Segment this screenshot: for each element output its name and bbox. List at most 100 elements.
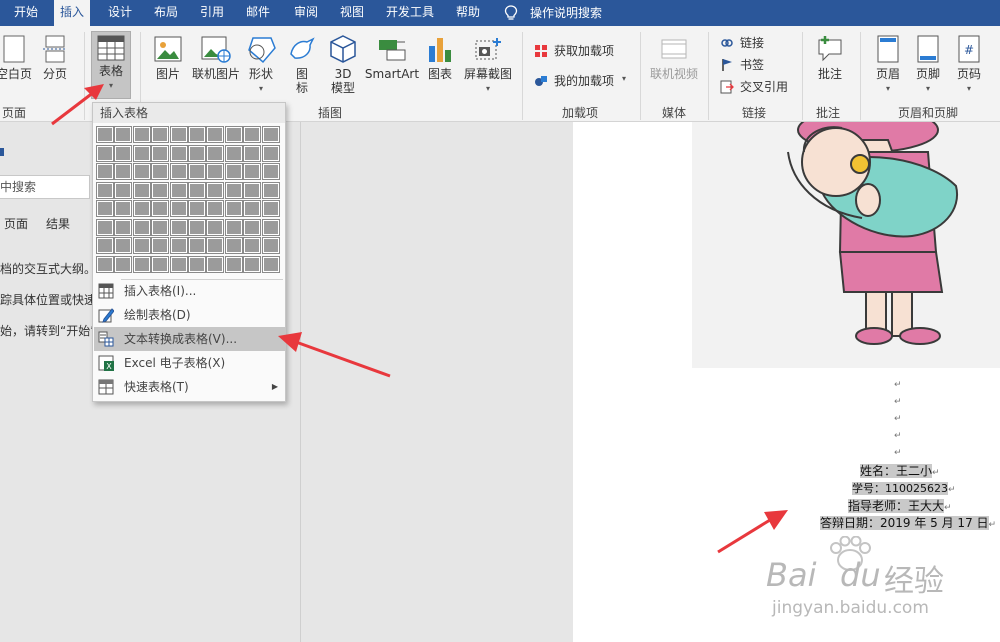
table-grid-cell[interactable] bbox=[114, 144, 133, 162]
table-grid-cell[interactable] bbox=[243, 163, 262, 180]
icons-button[interactable]: 图 标 bbox=[286, 34, 318, 95]
table-grid-cell[interactable] bbox=[243, 200, 262, 217]
table-grid-cell[interactable] bbox=[114, 255, 133, 273]
link-button[interactable]: 链接 bbox=[720, 34, 800, 52]
table-grid-cell[interactable] bbox=[96, 200, 114, 217]
table-grid-cell[interactable] bbox=[169, 181, 188, 199]
tab-design[interactable]: 设计 bbox=[102, 0, 138, 26]
table-grid-cell[interactable] bbox=[151, 237, 170, 254]
table-grid-cell[interactable] bbox=[261, 255, 280, 273]
tab-layout[interactable]: 布局 bbox=[148, 0, 184, 26]
footer-button[interactable]: 页脚 ▾ bbox=[910, 34, 946, 96]
table-grid-cell[interactable] bbox=[169, 144, 188, 162]
table-grid-cell[interactable] bbox=[243, 237, 262, 254]
table-grid-cell[interactable] bbox=[261, 181, 280, 199]
menu-item-text-to-table[interactable]: 文本转换成表格(V)... bbox=[94, 327, 286, 351]
page-number-button[interactable]: # 页码 ▾ bbox=[952, 34, 986, 96]
nav-tab-results[interactable]: 结果 bbox=[46, 215, 70, 232]
my-addins-button[interactable]: 我的加载项 bbox=[534, 72, 634, 90]
table-grid-cell[interactable] bbox=[243, 255, 262, 273]
tab-mailings[interactable]: 邮件 bbox=[240, 0, 276, 26]
chart-button[interactable]: 图表 bbox=[424, 34, 456, 81]
table-grid-cell[interactable] bbox=[132, 218, 151, 236]
table-grid-cell[interactable] bbox=[188, 163, 206, 180]
table-grid-cell[interactable] bbox=[188, 181, 206, 199]
table-grid-cell[interactable] bbox=[169, 163, 188, 180]
table-size-grid[interactable] bbox=[96, 126, 281, 275]
table-grid-cell[interactable] bbox=[188, 237, 206, 254]
cross-reference-button[interactable]: 交叉引用 bbox=[720, 78, 800, 96]
table-grid-cell[interactable] bbox=[132, 181, 151, 199]
table-grid-cell[interactable] bbox=[261, 237, 280, 254]
table-grid-cell[interactable] bbox=[188, 200, 206, 217]
comment-button[interactable]: 批注 bbox=[810, 34, 850, 81]
menu-item-insert-table[interactable]: 插入表格(I)... bbox=[94, 279, 286, 303]
nav-search-input[interactable]: 中搜索 bbox=[0, 175, 90, 199]
table-grid-cell[interactable] bbox=[224, 255, 243, 273]
table-grid-cell[interactable] bbox=[224, 237, 243, 254]
table-grid-cell[interactable] bbox=[261, 218, 280, 236]
menu-item-quick-tables[interactable]: 快速表格(T) ▶ bbox=[94, 375, 286, 399]
table-grid-cell[interactable] bbox=[96, 237, 114, 254]
table-grid-cell[interactable] bbox=[96, 163, 114, 180]
menu-item-draw-table[interactable]: 绘制表格(D) bbox=[94, 303, 286, 327]
table-grid-cell[interactable] bbox=[132, 237, 151, 254]
table-grid-cell[interactable] bbox=[151, 255, 170, 273]
table-grid-cell[interactable] bbox=[114, 126, 133, 143]
table-grid-cell[interactable] bbox=[206, 126, 225, 143]
cartoon-image[interactable] bbox=[692, 122, 1000, 368]
table-grid-cell[interactable] bbox=[243, 181, 262, 199]
menu-item-excel-spreadsheet[interactable]: X Excel 电子表格(X) bbox=[94, 351, 286, 375]
get-addins-button[interactable]: 获取加载项 bbox=[534, 42, 634, 60]
table-grid-cell[interactable] bbox=[206, 218, 225, 236]
table-grid-cell[interactable] bbox=[151, 218, 170, 236]
table-grid-cell[interactable] bbox=[206, 255, 225, 273]
table-grid-cell[interactable] bbox=[96, 181, 114, 199]
tab-view[interactable]: 视图 bbox=[334, 0, 370, 26]
doc-line-advisor[interactable]: 指导老师：王大大↵ bbox=[848, 497, 952, 514]
table-grid-cell[interactable] bbox=[261, 163, 280, 180]
table-grid-cell[interactable] bbox=[188, 126, 206, 143]
table-grid-cell[interactable] bbox=[169, 237, 188, 254]
table-grid-cell[interactable] bbox=[132, 126, 151, 143]
shapes-button[interactable]: 形状 ▾ bbox=[244, 34, 278, 96]
bookmark-button[interactable]: 书签 bbox=[720, 56, 800, 74]
3d-model-button[interactable]: 3D 模型 bbox=[326, 34, 360, 95]
table-grid-cell[interactable] bbox=[206, 144, 225, 162]
table-grid-cell[interactable] bbox=[188, 144, 206, 162]
tab-insert[interactable]: 插入 bbox=[54, 0, 91, 26]
table-grid-cell[interactable] bbox=[132, 200, 151, 217]
online-picture-button[interactable]: 联机图片 bbox=[190, 34, 242, 81]
tab-review[interactable]: 审阅 bbox=[288, 0, 324, 26]
header-button[interactable]: 页眉 ▾ bbox=[870, 34, 906, 96]
online-video-button[interactable]: 联机视频 bbox=[646, 34, 702, 81]
table-grid-cell[interactable] bbox=[114, 218, 133, 236]
smartart-button[interactable]: SmartArt bbox=[364, 34, 420, 81]
table-grid-cell[interactable] bbox=[224, 200, 243, 217]
tab-help[interactable]: 帮助 bbox=[450, 0, 486, 26]
table-grid-cell[interactable] bbox=[151, 181, 170, 199]
table-grid-cell[interactable] bbox=[151, 163, 170, 180]
table-grid-cell[interactable] bbox=[114, 237, 133, 254]
table-grid-cell[interactable] bbox=[96, 144, 114, 162]
tab-home[interactable]: 开始 bbox=[8, 0, 44, 26]
table-button[interactable]: 表格 ▾ bbox=[91, 31, 131, 99]
table-grid-cell[interactable] bbox=[96, 126, 114, 143]
table-grid-cell[interactable] bbox=[224, 144, 243, 162]
table-grid-cell[interactable] bbox=[151, 144, 170, 162]
table-grid-cell[interactable] bbox=[169, 200, 188, 217]
table-grid-cell[interactable] bbox=[169, 126, 188, 143]
picture-button[interactable]: 图片 bbox=[150, 34, 186, 81]
table-grid-cell[interactable] bbox=[224, 163, 243, 180]
doc-line-student-id[interactable]: 学号：110025623↵ bbox=[852, 480, 956, 496]
table-grid-cell[interactable] bbox=[206, 163, 225, 180]
table-grid-cell[interactable] bbox=[132, 163, 151, 180]
table-grid-cell[interactable] bbox=[243, 218, 262, 236]
table-grid-cell[interactable] bbox=[132, 144, 151, 162]
table-grid-cell[interactable] bbox=[169, 255, 188, 273]
table-grid-cell[interactable] bbox=[243, 126, 262, 143]
tab-references[interactable]: 引用 bbox=[194, 0, 230, 26]
table-grid-cell[interactable] bbox=[188, 255, 206, 273]
table-grid-cell[interactable] bbox=[151, 200, 170, 217]
table-grid-cell[interactable] bbox=[224, 218, 243, 236]
